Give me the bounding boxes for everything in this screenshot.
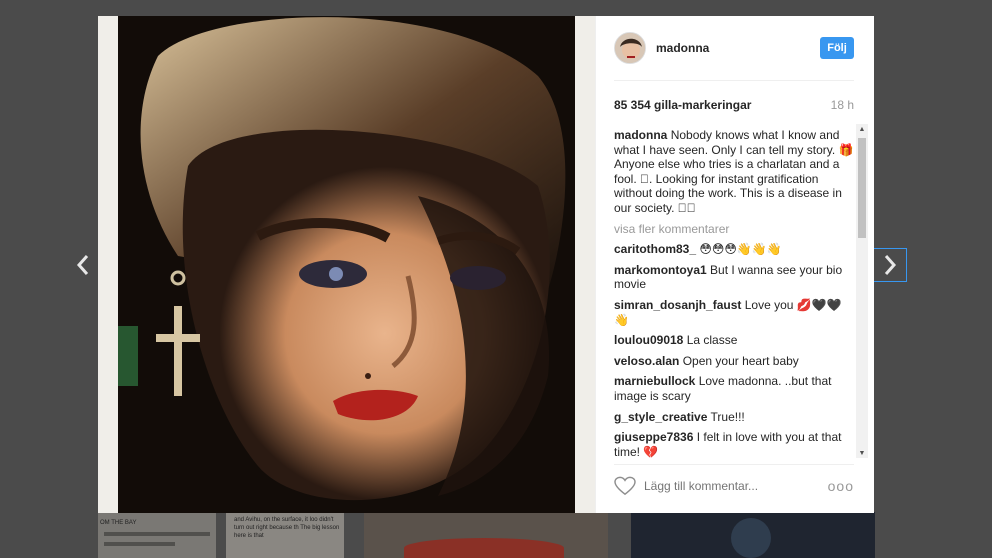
comment-item: veloso.alan Open your heart baby (614, 354, 854, 369)
comment-username[interactable]: veloso.alan (614, 354, 679, 368)
background-tile-text: OM THE BAY (100, 520, 137, 526)
comment-item: markomontoya1 But I wanna see your bio m… (614, 263, 854, 292)
comment-item: loulou09018 La classe (614, 333, 854, 348)
background-tile: OM THE BAY (98, 512, 216, 558)
comment-username[interactable]: caritothom83_ (614, 242, 696, 256)
divider (614, 80, 854, 81)
comment-username[interactable]: marniebullock (614, 374, 695, 388)
comment-text: True!!! (710, 409, 745, 424)
comment-item: simran_dosanjh_faust Love you 💋🖤🖤👋 (614, 298, 854, 327)
heart-outline-icon[interactable] (614, 476, 636, 496)
post-photo-frame (98, 16, 595, 513)
username-link[interactable]: madonna (656, 41, 709, 55)
comment-item: giuseppe7836 I felt in love with you at … (614, 430, 854, 458)
post-header: madonna Följ (614, 30, 854, 66)
load-more-comments-link[interactable]: visa fler kommentarer (614, 222, 854, 237)
caption: madonna Nobody knows what I know and wha… (614, 128, 854, 216)
add-comment-input[interactable] (644, 479, 828, 493)
post-photo[interactable] (118, 16, 575, 513)
post-modal: madonna Följ 85 354 gilla-markeringar 18… (98, 16, 874, 513)
comments-list: madonna Nobody knows what I know and wha… (614, 128, 854, 458)
background-tile (364, 512, 608, 558)
post-sidebar: madonna Följ 85 354 gilla-markeringar 18… (595, 16, 874, 513)
chevron-left-icon (76, 255, 89, 275)
avatar[interactable] (614, 32, 646, 64)
scroll-up-arrow-icon[interactable]: ▲ (856, 124, 868, 134)
post-timestamp[interactable]: 18 h (831, 98, 854, 114)
likes-count[interactable]: 85 354 gilla-markeringar (614, 98, 751, 114)
comment-text: 😳😳😳👋👋👋 (699, 242, 782, 257)
comment-username[interactable]: madonna (614, 128, 667, 142)
comment-text: Open your heart baby (682, 353, 799, 368)
comment-text: La classe (686, 333, 738, 348)
comment-item: g_style_creative True!!! (614, 410, 854, 425)
scroll-thumb[interactable] (858, 138, 866, 238)
divider (614, 464, 854, 465)
more-options-icon[interactable]: ooo (828, 478, 854, 494)
next-post-button[interactable] (873, 248, 907, 282)
comments-scrollbar[interactable]: ▲ ▼ (856, 124, 868, 458)
scroll-down-arrow-icon[interactable]: ▼ (856, 448, 868, 458)
comment-username[interactable]: giuseppe7836 (614, 430, 693, 444)
follow-button[interactable]: Följ (820, 37, 854, 59)
background-tile (631, 512, 875, 558)
likes-row: 85 354 gilla-markeringar 18 h (614, 98, 854, 114)
comment-username[interactable]: g_style_creative (614, 410, 707, 424)
chevron-right-icon (884, 255, 897, 275)
comment-item: caritothom83_ 😳😳😳👋👋👋 (614, 242, 854, 257)
comment-username[interactable]: loulou09018 (614, 333, 683, 347)
comment-username[interactable]: simran_dosanjh_faust (614, 298, 741, 312)
comment-item: marniebullock Love madonna. ..but that i… (614, 374, 854, 403)
add-comment-row: ooo (614, 474, 854, 498)
previous-post-button[interactable] (66, 248, 100, 282)
background-tile-text: and Avihu, on the surface, it loo didn't… (234, 517, 340, 539)
comment-username[interactable]: markomontoya1 (614, 263, 707, 277)
background-tile: and Avihu, on the surface, it loo didn't… (226, 512, 344, 558)
